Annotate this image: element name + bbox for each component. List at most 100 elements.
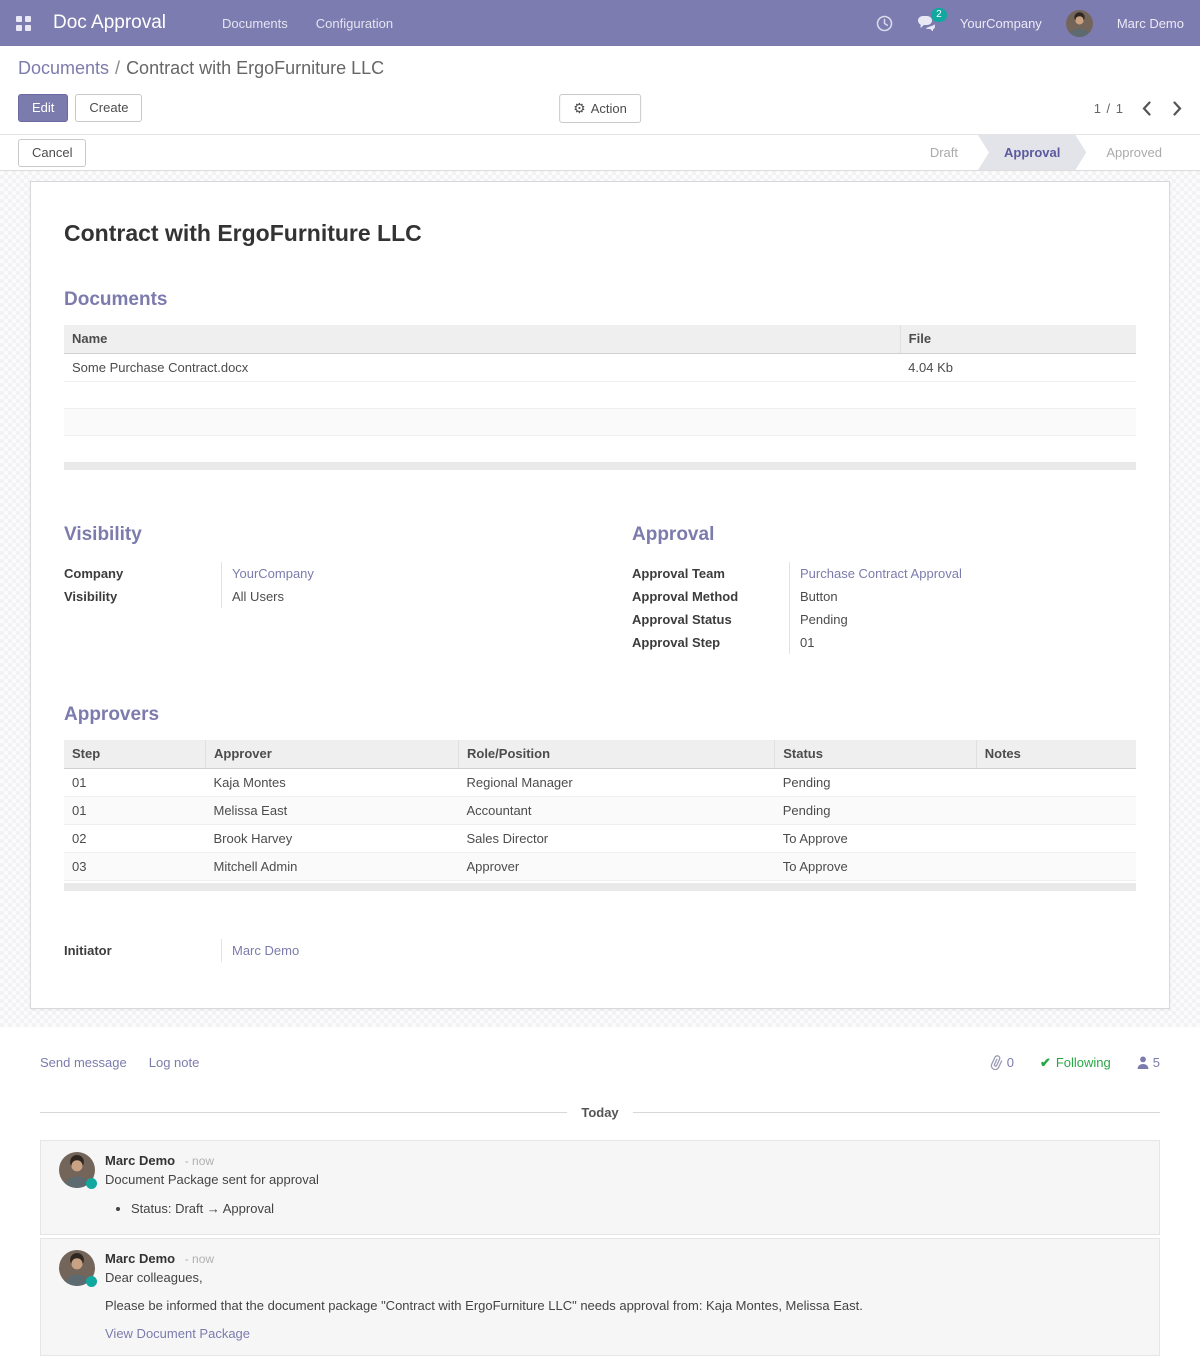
approver-role-cell[interactable]: Sales Director <box>458 824 774 852</box>
documents-col-file[interactable]: File <box>900 325 1136 353</box>
approver-notes-cell[interactable] <box>976 852 1136 880</box>
breadcrumb-current: Contract with ErgoFurniture LLC <box>126 58 384 78</box>
stage-pipeline: Draft Approval Approved <box>910 135 1182 170</box>
company-switcher[interactable]: YourCompany <box>960 16 1042 31</box>
approver-step-cell[interactable]: 01 <box>64 768 206 796</box>
date-divider: Today <box>40 1105 1160 1120</box>
approver-notes-cell[interactable] <box>976 796 1136 824</box>
pager-prev-icon[interactable] <box>1142 101 1151 116</box>
apps-grid-icon[interactable] <box>16 16 31 31</box>
app-title[interactable]: Doc Approval <box>53 12 166 34</box>
approver-name-cell[interactable]: Kaja Montes <box>206 768 459 796</box>
approver-status-cell[interactable]: To Approve <box>775 852 977 880</box>
pager: 1 / 1 <box>1094 101 1182 116</box>
initiator-value[interactable]: Marc Demo <box>221 939 1136 962</box>
approvers-col-status[interactable]: Status <box>775 740 977 768</box>
user-menu[interactable]: Marc Demo <box>1117 16 1184 31</box>
activities-clock-icon[interactable] <box>876 15 893 32</box>
chatter: Send message Log note 0 ✔ Following 5 To… <box>0 1027 1200 1356</box>
approver-step-cell[interactable]: 03 <box>64 852 206 880</box>
documents-col-name[interactable]: Name <box>64 325 900 353</box>
approver-notes-cell[interactable] <box>976 768 1136 796</box>
log-note-link[interactable]: Log note <box>149 1055 200 1070</box>
approver-role-cell[interactable]: Regional Manager <box>458 768 774 796</box>
person-icon <box>1137 1056 1149 1069</box>
approval-step-value: 01 <box>789 631 1136 654</box>
send-message-link[interactable]: Send message <box>40 1055 127 1070</box>
message-author[interactable]: Marc Demo <box>105 1251 175 1266</box>
message-avatar[interactable] <box>59 1152 95 1188</box>
table-empty-row <box>64 408 1136 435</box>
message-greeting: Dear colleagues, <box>105 1270 1141 1285</box>
message-author[interactable]: Marc Demo <box>105 1153 175 1168</box>
approver-status-cell[interactable]: To Approve <box>775 824 977 852</box>
followers-button[interactable]: 5 <box>1137 1055 1160 1070</box>
control-panel: Documents/Contract with ErgoFurniture LL… <box>0 46 1200 134</box>
approvers-col-notes[interactable]: Notes <box>976 740 1136 768</box>
company-label: Company <box>64 562 221 585</box>
visibility-group: Visibility Company YourCompany Visibilit… <box>64 524 568 654</box>
message-avatar[interactable] <box>59 1250 95 1286</box>
message-text: Document Package sent for approval <box>105 1172 1141 1187</box>
user-avatar[interactable] <box>1066 10 1093 37</box>
pager-next-icon[interactable] <box>1173 101 1182 116</box>
breadcrumb: Documents/Contract with ErgoFurniture LL… <box>18 58 1182 79</box>
action-button[interactable]: ⚙Action <box>559 94 641 123</box>
form-sheet: Contract with ErgoFurniture LLC Document… <box>30 181 1170 1009</box>
document-file-cell[interactable]: 4.04 Kb <box>900 353 1136 381</box>
approval-step-label: Approval Step <box>632 631 789 654</box>
document-name-cell[interactable]: Some Purchase Contract.docx <box>64 353 900 381</box>
approval-method-value: Button <box>789 585 1136 608</box>
messages-icon[interactable]: 2 <box>917 15 936 31</box>
following-button[interactable]: ✔ Following <box>1040 1055 1111 1071</box>
attachment-count: 0 <box>1007 1055 1014 1070</box>
create-button[interactable]: Create <box>75 94 142 122</box>
attachments-button[interactable]: 0 <box>990 1055 1014 1070</box>
approver-row[interactable]: 02 Brook Harvey Sales Director To Approv… <box>64 824 1136 852</box>
approver-name-cell[interactable]: Melissa East <box>206 796 459 824</box>
initiator-label: Initiator <box>64 939 221 962</box>
approver-step-cell[interactable]: 01 <box>64 796 206 824</box>
company-value[interactable]: YourCompany <box>221 562 568 585</box>
record-title: Contract with ErgoFurniture LLC <box>64 220 1136 247</box>
cancel-button[interactable]: Cancel <box>18 139 86 167</box>
approver-status-cell[interactable]: Pending <box>775 768 977 796</box>
visibility-label: Visibility <box>64 585 221 608</box>
stage-approved[interactable]: Approved <box>1086 135 1182 170</box>
stage-approval[interactable]: Approval <box>978 135 1086 170</box>
approver-row[interactable]: 01 Melissa East Accountant Pending <box>64 796 1136 824</box>
approver-status-cell[interactable]: Pending <box>775 796 977 824</box>
approver-row[interactable]: 03 Mitchell Admin Approver To Approve <box>64 852 1136 880</box>
approver-row[interactable]: 01 Kaja Montes Regional Manager Pending <box>64 768 1136 796</box>
approvers-col-approver[interactable]: Approver <box>206 740 459 768</box>
message-card: Marc Demo - now Document Package sent fo… <box>40 1140 1160 1235</box>
top-navbar: Doc Approval Documents Configuration 2 Y… <box>0 0 1200 46</box>
online-status-dot <box>86 1276 97 1287</box>
table-empty-row <box>64 435 1136 462</box>
approval-status-value: Pending <box>789 608 1136 631</box>
approvers-table: Step Approver Role/Position Status Notes… <box>64 740 1136 881</box>
approver-role-cell[interactable]: Approver <box>458 852 774 880</box>
approver-notes-cell[interactable] <box>976 824 1136 852</box>
approver-name-cell[interactable]: Mitchell Admin <box>206 852 459 880</box>
approver-role-cell[interactable]: Accountant <box>458 796 774 824</box>
view-document-package-link[interactable]: View Document Package <box>105 1326 1141 1341</box>
approvers-col-step[interactable]: Step <box>64 740 206 768</box>
approval-team-value[interactable]: Purchase Contract Approval <box>789 562 1136 585</box>
menu-documents[interactable]: Documents <box>222 16 288 31</box>
documents-table-footer <box>64 462 1136 470</box>
approvers-table-footer <box>64 883 1136 891</box>
paperclip-icon <box>990 1055 1003 1070</box>
document-row[interactable]: Some Purchase Contract.docx 4.04 Kb <box>64 353 1136 381</box>
approval-method-label: Approval Method <box>632 585 789 608</box>
approver-name-cell[interactable]: Brook Harvey <box>206 824 459 852</box>
approval-status-label: Approval Status <box>632 608 789 631</box>
stage-draft[interactable]: Draft <box>910 135 978 170</box>
message-count-badge[interactable]: 2 <box>931 8 947 22</box>
menu-configuration[interactable]: Configuration <box>316 16 393 31</box>
approver-step-cell[interactable]: 02 <box>64 824 206 852</box>
approvers-col-role[interactable]: Role/Position <box>458 740 774 768</box>
date-divider-label: Today <box>567 1105 632 1120</box>
edit-button[interactable]: Edit <box>18 94 68 122</box>
breadcrumb-documents[interactable]: Documents <box>18 58 109 78</box>
